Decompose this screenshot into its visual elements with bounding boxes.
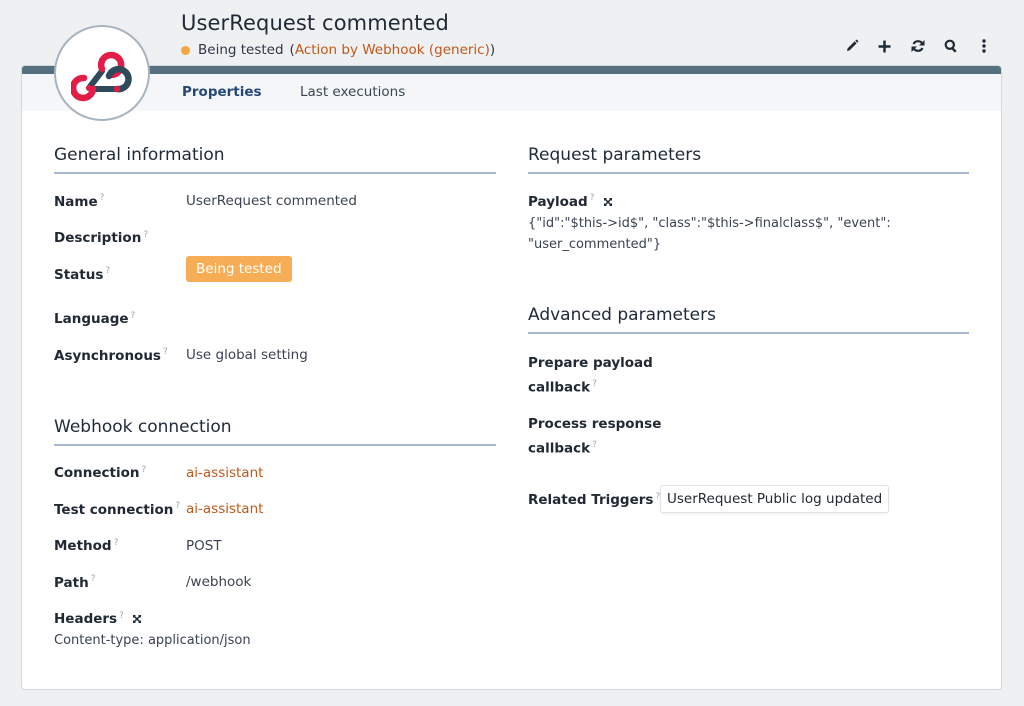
card-header-bar — [22, 66, 1001, 74]
process-response-label-2: callback? — [528, 440, 597, 457]
expand-icon[interactable] — [132, 614, 142, 624]
description-field: Description? — [54, 230, 496, 247]
page-title: UserRequest commented — [181, 11, 449, 35]
expand-icon[interactable] — [603, 197, 613, 207]
pencil-icon — [846, 39, 858, 51]
more-icon — [981, 39, 986, 53]
language-field: Language? — [54, 311, 496, 328]
payload-value: {"id":"$this->id$", "class":"$this->fina… — [528, 213, 969, 255]
status-label: Status? — [54, 266, 111, 283]
prepare-payload-label-2: callback? — [528, 378, 597, 396]
help-icon[interactable]: ? — [100, 193, 105, 203]
refresh-icon — [911, 40, 924, 52]
asynchronous-field: Asynchronous? Use global setting — [54, 347, 496, 364]
headers-label: Headers? — [54, 610, 124, 628]
search-button[interactable] — [934, 36, 967, 56]
name-label: Name? — [54, 193, 105, 210]
help-icon[interactable]: ? — [142, 465, 147, 475]
test-connection-field: Test connection? ai-assistant — [54, 501, 496, 518]
tab-bar: Properties Last executions — [22, 74, 1001, 111]
left-column: General information Name? UserRequest co… — [54, 145, 496, 651]
help-icon[interactable]: ? — [119, 611, 124, 621]
description-label: Description? — [54, 229, 149, 247]
help-icon[interactable]: ? — [592, 440, 597, 450]
related-triggers-field: Related Triggers? UserRequest Public log… — [528, 484, 969, 513]
connection-label: Connection? — [54, 464, 147, 482]
help-icon[interactable]: ? — [91, 574, 96, 584]
related-triggers-label: Related Triggers? — [528, 491, 661, 509]
path-label: Path? — [54, 574, 96, 591]
headers-field: Headers? Content-type: application/json — [54, 611, 496, 652]
webhook-icon — [71, 51, 132, 102]
status-field: Status? Being tested — [54, 256, 496, 283]
plus-icon — [878, 40, 891, 52]
status-dot-icon — [181, 45, 190, 55]
method-field: Method? POST — [54, 538, 496, 555]
edit-button[interactable] — [835, 36, 868, 56]
path-value: /webhook — [186, 574, 252, 590]
toolbar — [835, 36, 1000, 56]
advanced-parameters-title: Advanced parameters — [528, 305, 969, 334]
new-button[interactable] — [868, 36, 901, 56]
trigger-chip[interactable]: UserRequest Public log updated — [660, 484, 890, 513]
method-value: POST — [186, 537, 222, 554]
search-icon — [944, 39, 957, 53]
webhook-connection-title: Webhook connection — [54, 417, 496, 446]
test-connection-label: Test connection? — [54, 501, 181, 518]
language-label: Language? — [54, 310, 136, 328]
payload-field: Payload? {"id":"$this->id$", "class":"$t… — [528, 193, 969, 255]
connection-link[interactable]: ai-assistant — [186, 465, 263, 481]
prepare-payload-label-1: Prepare payload — [528, 354, 653, 371]
asynchronous-label: Asynchronous? — [54, 347, 168, 364]
payload-line-1: {"id":"$this->id$", "class":"$this->fina… — [528, 215, 891, 231]
process-response-field: Process response callback? — [528, 414, 969, 460]
prepare-payload-field: Prepare payload callback? — [528, 353, 969, 399]
tab-last-executions[interactable]: Last executions — [300, 84, 405, 100]
more-actions-button[interactable] — [967, 36, 1000, 56]
help-icon[interactable]: ? — [590, 193, 595, 203]
help-icon[interactable]: ? — [114, 538, 119, 548]
name-field: Name? UserRequest commented — [54, 193, 496, 210]
class-close: ) — [489, 42, 496, 58]
class-link[interactable]: Action by Webhook (generic) — [295, 42, 490, 58]
path-field: Path? /webhook — [54, 574, 496, 591]
connection-field: Connection? ai-assistant — [54, 465, 496, 482]
headers-value: Content-type: application/json — [54, 633, 251, 648]
general-information-title: General information — [54, 145, 496, 174]
refresh-button[interactable] — [901, 36, 934, 56]
webhook-logo — [54, 25, 150, 121]
status-line: Being tested (Action by Webhook (generic… — [181, 42, 495, 58]
help-icon[interactable]: ? — [163, 347, 168, 357]
method-label: Method? — [54, 537, 119, 555]
help-icon[interactable]: ? — [143, 230, 148, 240]
payload-line-2: "user_commented"} — [528, 236, 662, 252]
request-parameters-title: Request parameters — [528, 145, 969, 174]
status-text: Being tested — [198, 42, 284, 58]
tab-properties[interactable]: Properties — [182, 84, 262, 100]
status-badge: Being tested — [186, 256, 292, 282]
help-icon[interactable]: ? — [131, 311, 136, 321]
test-connection-link[interactable]: ai-assistant — [186, 501, 263, 517]
payload-label: Payload? — [528, 193, 595, 210]
right-column: Request parameters Payload? {"id":"$this… — [528, 145, 969, 513]
help-icon[interactable]: ? — [175, 501, 180, 511]
help-icon[interactable]: ? — [592, 379, 597, 389]
name-value: UserRequest commented — [186, 193, 357, 209]
process-response-label-1: Process response — [528, 416, 662, 432]
help-icon[interactable]: ? — [105, 266, 110, 276]
asynchronous-value: Use global setting — [186, 347, 308, 363]
